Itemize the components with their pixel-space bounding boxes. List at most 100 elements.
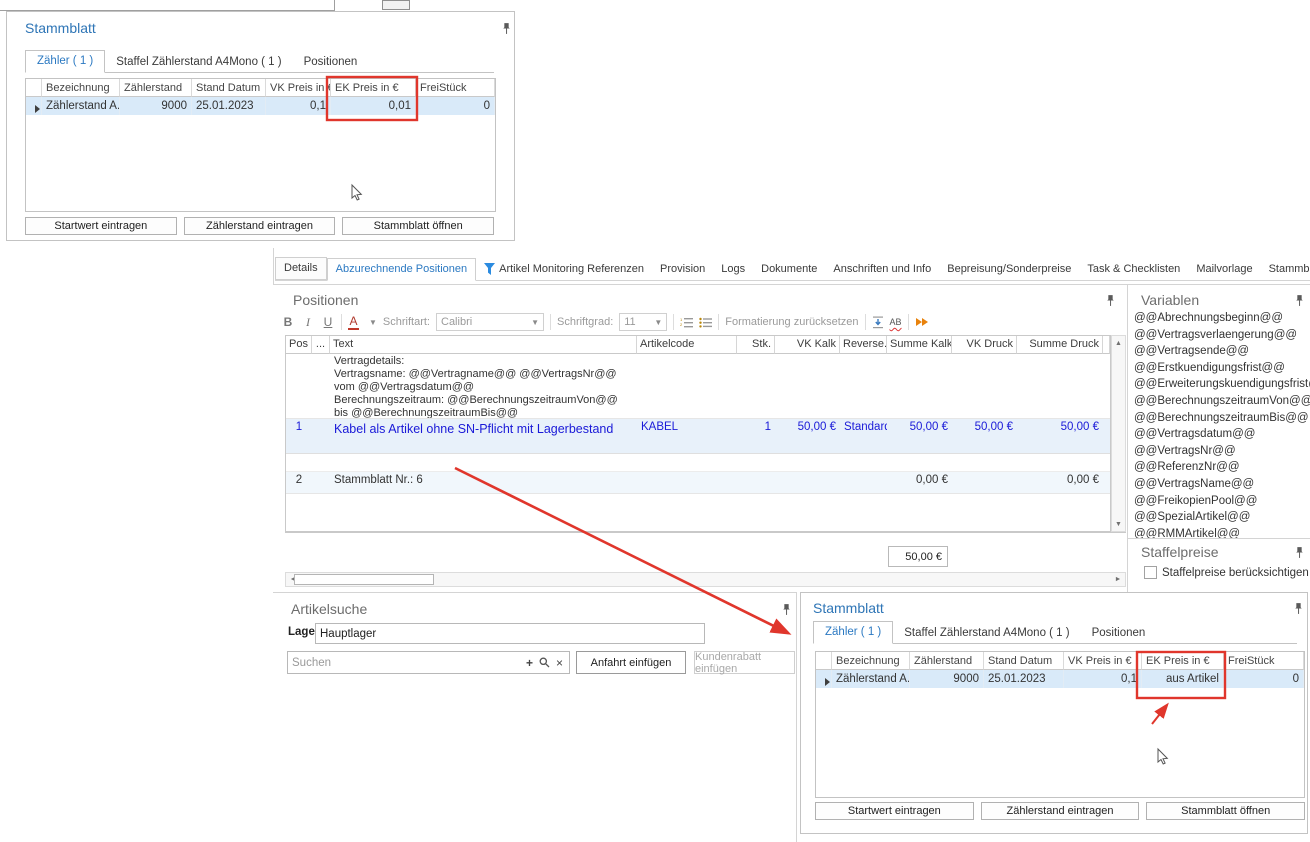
schriftart-combobox[interactable]: Calibri▼	[436, 313, 544, 331]
italic-button[interactable]: I	[301, 315, 315, 330]
cell-pos[interactable]: 1	[286, 419, 312, 453]
cell-stk[interactable]: 1	[737, 419, 775, 453]
tab-staffel[interactable]: Staffel Zählerstand A4Mono ( 1 )	[893, 623, 1080, 644]
cell-summe-druck[interactable]: 50,00 €	[1017, 419, 1103, 453]
col-vk-preis[interactable]: VK Preis in €	[1064, 652, 1142, 670]
cell-vk-kalk[interactable]: 50,00 €	[775, 419, 840, 453]
stammblatt-oeffnen-button[interactable]: Stammblatt öffnen	[342, 217, 494, 235]
table-row-vertragdetails[interactable]: Vertragdetails: Vertragsname: @@Vertragn…	[286, 354, 1110, 419]
tab-anschriften[interactable]: Anschriften und Info	[825, 259, 939, 280]
cell-bezeichnung[interactable]: Zählerstand A...	[832, 670, 910, 688]
anfahrt-button[interactable]: Anfahrt einfügen	[576, 651, 686, 674]
scroll-right-icon[interactable]: ►	[1111, 573, 1125, 586]
pin-icon[interactable]	[1105, 294, 1116, 307]
reset-format-button[interactable]: Formatierung zurücksetzen	[725, 316, 858, 328]
col-stand-datum[interactable]: Stand Datum	[192, 79, 266, 97]
col-ek-preis[interactable]: EK Preis in €	[331, 79, 416, 97]
cell-freistueck[interactable]: 0	[1224, 670, 1304, 688]
col-bezeichnung[interactable]: Bezeichnung	[42, 79, 120, 97]
cell-zaehlerstand[interactable]: 9000	[910, 670, 984, 688]
list-item[interactable]: @@Abrechnungsbeginn@@	[1128, 312, 1310, 329]
cell-ek-preis[interactable]: aus Artikel	[1142, 670, 1224, 688]
cell-ek-preis[interactable]: 0,01	[331, 97, 416, 115]
list-item[interactable]: @@BerechnungszeitraumBis@@	[1128, 412, 1310, 429]
tab-logs[interactable]: Logs	[713, 259, 753, 280]
schriftgrad-combobox[interactable]: 11▼	[619, 313, 667, 331]
col-summe-kalk[interactable]: Summe Kalk	[887, 336, 952, 354]
col-vk-druck[interactable]: VK Druck	[952, 336, 1017, 354]
stammblatt-oeffnen-button[interactable]: Stammblatt öffnen	[1146, 802, 1305, 820]
staffelpreise-checkbox[interactable]	[1144, 566, 1157, 579]
tab-mailvorlage[interactable]: Mailvorlage	[1188, 259, 1260, 280]
apply-arrows-icon[interactable]	[915, 317, 930, 327]
numbered-list-icon[interactable]: 12	[680, 317, 693, 328]
list-item[interactable]: @@Vertragsende@@	[1128, 345, 1310, 362]
cell-summe-druck[interactable]: 0,00 €	[1017, 472, 1103, 493]
list-item[interactable]: @@Vertragsverlaengerung@@	[1128, 329, 1310, 346]
cell-vk-preis[interactable]: 0,1	[1064, 670, 1142, 688]
insert-break-icon[interactable]	[872, 316, 884, 329]
scrollbar-thumb[interactable]	[294, 574, 434, 585]
col-reverse[interactable]: Reverse...	[840, 336, 887, 354]
cell-vk-druck[interactable]: 50,00 €	[952, 419, 1017, 453]
list-item[interactable]: @@Erweiterungskuendigungsfrist@@	[1128, 378, 1310, 395]
col-vk-kalk[interactable]: VK Kalk	[775, 336, 840, 354]
table-row-1[interactable]: 1 Kabel als Artikel ohne SN-Pflicht mit …	[286, 419, 1110, 454]
spellcheck-button[interactable]: AB	[890, 317, 902, 327]
col-summe-druck[interactable]: Summe Druck	[1017, 336, 1103, 354]
col-vk-preis[interactable]: VK Preis in €	[266, 79, 331, 97]
scroll-down-icon[interactable]: ▼	[1112, 517, 1125, 531]
startwert-button[interactable]: Startwert eintragen	[815, 802, 974, 820]
cell-reverse[interactable]: Standard	[840, 419, 887, 453]
tab-dokumente[interactable]: Dokumente	[753, 259, 825, 280]
cell-pos[interactable]: 2	[286, 472, 312, 493]
list-item[interactable]: @@ReferenzNr@@	[1128, 461, 1310, 478]
table-row[interactable]: Zählerstand A... 9000 25.01.2023 0,1 0,0…	[26, 97, 495, 115]
list-item[interactable]: @@BerechnungszeitraumVon@@	[1128, 395, 1310, 412]
tab-artikel-monitoring[interactable]: Artikel Monitoring Referenzen	[476, 259, 652, 280]
col-zaehlerstand[interactable]: Zählerstand	[910, 652, 984, 670]
kundenrabatt-button[interactable]: Kundenrabatt einfügen	[694, 651, 795, 674]
col-bezeichnung[interactable]: Bezeichnung	[832, 652, 910, 670]
tab-bepreisung[interactable]: Bepreisung/Sonderpreise	[939, 259, 1079, 280]
horizontal-scrollbar[interactable]: ◄ ►	[285, 572, 1126, 587]
pin-icon[interactable]	[1294, 294, 1305, 307]
top-fragment-button[interactable]	[382, 0, 410, 10]
tab-positionen[interactable]: Positionen	[293, 52, 369, 73]
cell-stand-datum[interactable]: 25.01.2023	[984, 670, 1064, 688]
font-color-caret-icon[interactable]: ▼	[369, 318, 377, 327]
bullet-list-icon[interactable]	[699, 317, 712, 328]
pin-icon[interactable]	[1293, 602, 1304, 615]
cell-text[interactable]: Kabel als Artikel ohne SN-Pflicht mit La…	[330, 419, 637, 453]
tab-stammblatt[interactable]: Stammblatt	[1261, 259, 1310, 280]
col-zaehlerstand[interactable]: Zählerstand	[120, 79, 192, 97]
zaehlerstand-button[interactable]: Zählerstand eintragen	[184, 217, 336, 235]
search-input[interactable]	[288, 657, 520, 669]
col-ek-preis[interactable]: EK Preis in €	[1142, 652, 1224, 670]
tab-positionen[interactable]: Positionen	[1081, 623, 1157, 644]
lager-input[interactable]	[315, 623, 705, 644]
list-item[interactable]: @@FreikopienPool@@	[1128, 495, 1310, 512]
cell-bezeichnung[interactable]: Zählerstand A...	[42, 97, 120, 115]
tab-provision[interactable]: Provision	[652, 259, 713, 280]
list-item[interactable]: @@VertragsNr@@	[1128, 445, 1310, 462]
pin-icon[interactable]	[1294, 546, 1305, 559]
col-artikelcode[interactable]: Artikelcode	[637, 336, 737, 354]
pin-icon[interactable]	[781, 603, 792, 616]
col-freistueck[interactable]: FreiStück	[416, 79, 495, 97]
cell-stand-datum[interactable]: 25.01.2023	[192, 97, 266, 115]
tab-task-checklisten[interactable]: Task & Checklisten	[1079, 259, 1188, 280]
col-pos[interactable]: Pos	[286, 336, 312, 354]
cell-summe-kalk[interactable]: 50,00 €	[887, 419, 952, 453]
list-item[interactable]: @@RMMArtikel@@	[1128, 528, 1310, 538]
bold-button[interactable]: B	[281, 315, 295, 329]
col-text[interactable]: Text	[330, 336, 637, 354]
table-row[interactable]: Zählerstand A... 9000 25.01.2023 0,1 aus…	[816, 670, 1304, 688]
cell-zaehlerstand[interactable]: 9000	[120, 97, 192, 115]
col-dots[interactable]: ...	[312, 336, 330, 354]
col-stk[interactable]: Stk.	[737, 336, 775, 354]
tab-details[interactable]: Details	[275, 257, 327, 280]
cell-text[interactable]: Vertragdetails: Vertragsname: @@Vertragn…	[330, 354, 637, 418]
underline-button[interactable]: U	[321, 315, 335, 329]
cell-summe-kalk[interactable]: 0,00 €	[887, 472, 952, 493]
